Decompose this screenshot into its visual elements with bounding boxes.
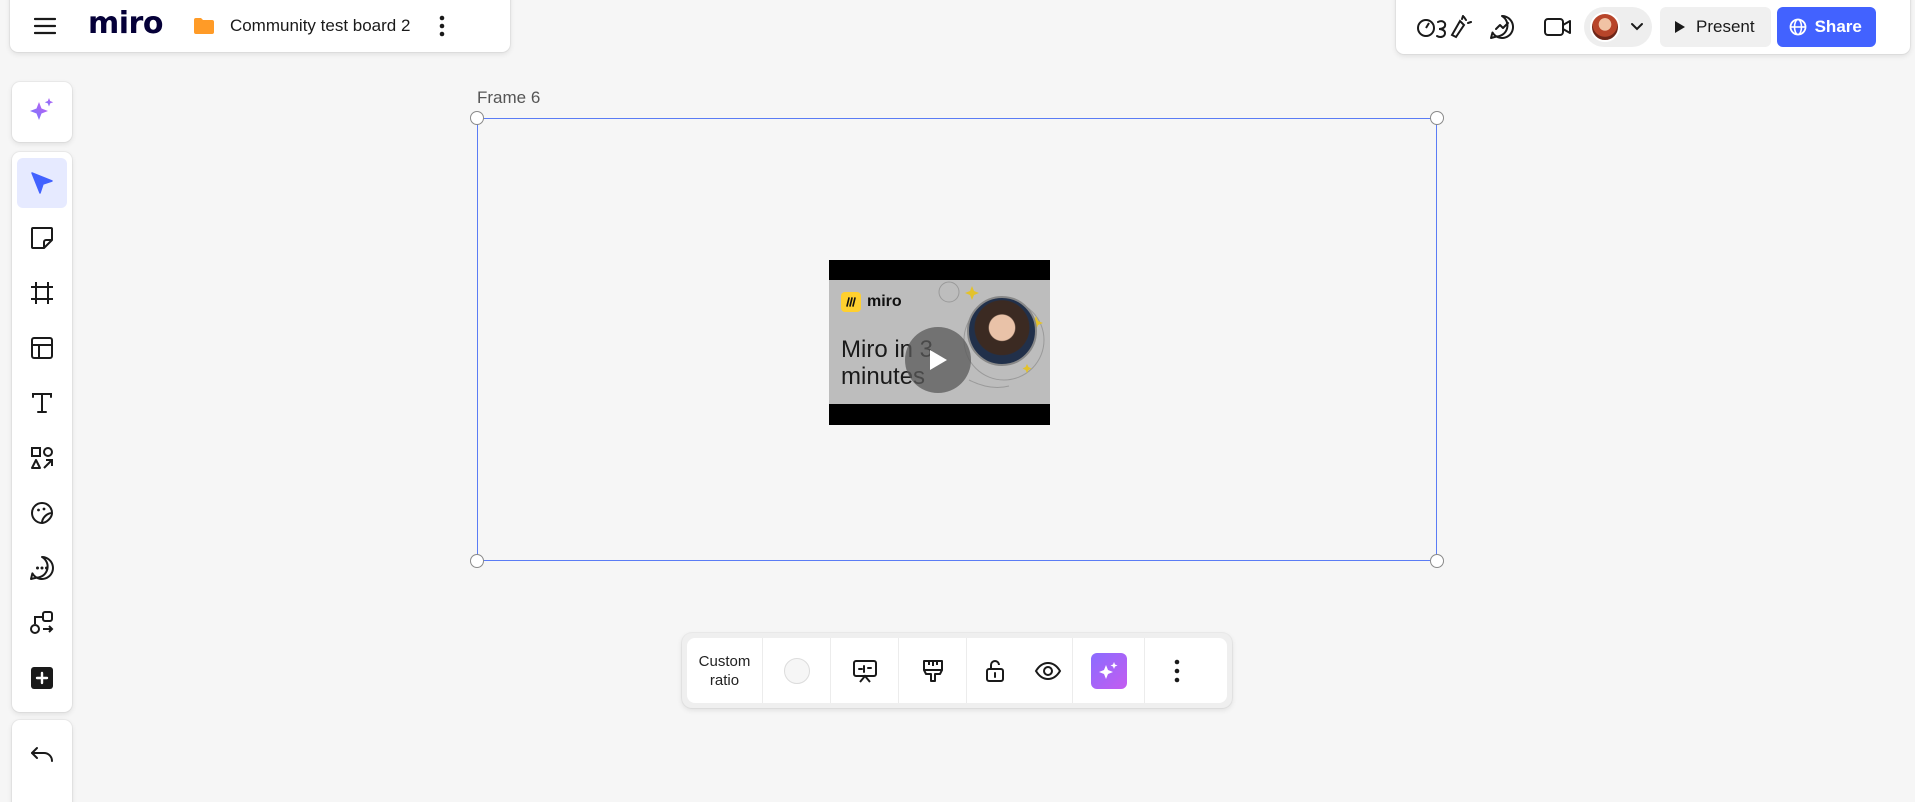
miro-mark-icon [841,292,861,312]
video-brand: miro [841,292,902,312]
share-label: Share [1814,17,1862,36]
hamburger-icon [34,17,56,35]
undo-icon [31,747,53,762]
aspect-ratio-label-line1: Custom [698,652,751,670]
ai-panel [12,82,72,142]
presentation-icon [852,659,877,683]
tool-diagram[interactable] [17,598,67,648]
frame-icon [31,282,53,304]
sparkle-icon [30,97,54,120]
presenter-portrait [967,296,1037,366]
paint-brush-icon [922,659,943,682]
board-title[interactable]: Community test board 2 [230,16,410,36]
tool-templates[interactable] [17,323,67,373]
context-toolbar: Custom ratio [682,633,1232,708]
ai-action-button[interactable] [1073,638,1145,703]
play-icon [930,350,947,370]
share-button[interactable]: Share [1776,7,1876,47]
eye-icon [1034,661,1061,680]
tool-text[interactable] [17,378,67,428]
comment-icon [30,556,54,580]
present-label: Present [1696,17,1755,36]
tool-frame[interactable] [17,268,67,318]
text-icon [32,393,52,413]
video-brand-text: miro [867,293,902,310]
shapes-icon [31,447,53,469]
aspect-ratio-dropdown[interactable]: Custom ratio [687,638,763,703]
diagram-icon [30,611,54,634]
resize-handle-top-left[interactable] [470,111,484,125]
tool-stickers[interactable] [17,488,67,538]
fill-color-button[interactable] [763,638,831,703]
reactions-button[interactable] [1414,7,1474,47]
templates-icon [31,337,53,359]
avatar [1590,12,1620,42]
format-painter-button[interactable] [899,638,967,703]
resize-handle-top-right[interactable] [1430,111,1444,125]
collaboration-bar: Present Share [1396,0,1910,54]
tool-more[interactable] [17,653,67,703]
play-button[interactable] [905,327,971,393]
tool-comment[interactable] [17,543,67,593]
chat-button[interactable] [1482,7,1522,47]
ai-assistant-button[interactable] [17,85,67,135]
resize-handle-bottom-right[interactable] [1430,554,1444,568]
board-options-button[interactable] [436,14,448,38]
unlock-icon [986,659,1004,682]
chat-icon [1490,14,1514,39]
tool-select[interactable] [17,158,67,208]
cursor-icon [31,172,53,194]
video-camera-icon [1544,18,1571,36]
present-button[interactable]: Present [1660,7,1771,47]
color-swatch [783,657,810,684]
more-options-button[interactable] [1145,638,1209,703]
undo-panel [12,720,72,802]
more-vertical-icon [1174,659,1180,682]
sparkle-icon [1098,661,1117,679]
undo-button[interactable] [17,730,67,780]
lock-button[interactable] [967,638,1023,703]
visibility-button[interactable] [1023,638,1073,703]
video-call-button[interactable] [1538,7,1578,47]
folder-icon [193,17,215,35]
creation-toolbar [12,152,72,712]
tool-shapes[interactable] [17,433,67,483]
video-thumbnail: miro Miro in 3 minutes [829,280,1050,404]
user-menu[interactable] [1584,7,1652,47]
frame-title[interactable]: Frame 6 [477,88,540,108]
ai-sparkle-badge [1090,652,1127,689]
sticky-note-icon [31,227,53,249]
plus-icon [31,667,53,689]
chevron-down-icon [1631,23,1643,31]
more-vertical-icon [440,15,445,37]
presentation-button[interactable] [831,638,899,703]
tool-sticky-note[interactable] [17,213,67,263]
resize-handle-bottom-left[interactable] [470,554,484,568]
reactions-icon [1417,15,1472,39]
sticker-icon [31,502,53,524]
miro-logo[interactable]: miro [88,9,163,39]
aspect-ratio-label-line2: ratio [709,671,740,689]
play-icon [1675,21,1685,33]
globe-icon [1789,18,1806,36]
main-menu-button[interactable] [32,13,58,39]
board-header: miro Community test board 2 [10,0,510,52]
video-embed[interactable]: miro Miro in 3 minutes [829,260,1050,425]
